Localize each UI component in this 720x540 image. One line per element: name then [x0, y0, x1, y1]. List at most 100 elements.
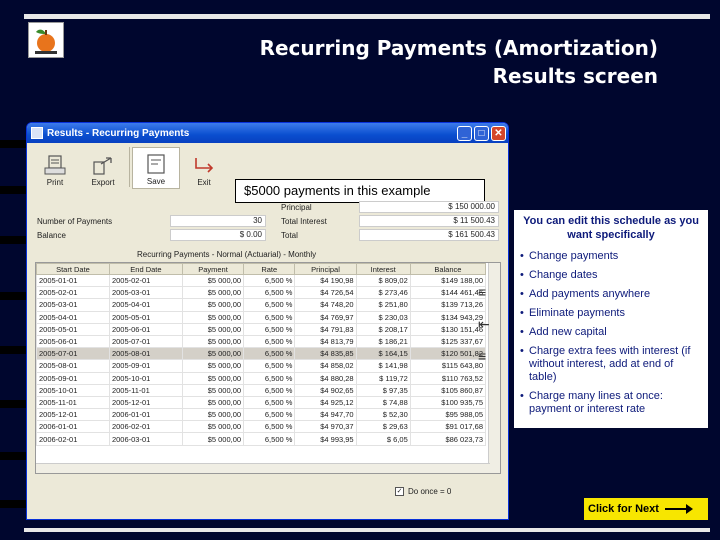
table-cell[interactable]: $ 809,02 — [355, 273, 411, 288]
column-header[interactable]: Balance — [409, 263, 487, 275]
table-cell[interactable]: $91 017,68 — [409, 420, 487, 434]
table-cell[interactable]: $5 000,00 — [181, 322, 245, 336]
table-cell[interactable]: 6,500 % — [243, 408, 296, 422]
table-cell[interactable]: $5 000,00 — [181, 310, 245, 324]
table-cell[interactable]: $4 190,98 — [294, 273, 357, 288]
table-row[interactable]: 2006-02-01 2006-03-01 $5 000,00 6,500 % $4 9… — [36, 432, 487, 446]
table-cell[interactable]: 6,500 % — [243, 371, 296, 385]
minimize-button[interactable]: _ — [457, 125, 472, 141]
table-cell[interactable]: 6,500 % — [243, 334, 296, 349]
table-row[interactable]: 2005-02-01 2005-03-01 $5 000,00 6,500 % $4 7… — [36, 286, 487, 300]
table-cell[interactable]: 6,500 % — [243, 359, 296, 373]
table-cell[interactable]: $144 461,46 — [409, 286, 487, 300]
table-cell[interactable]: 6,500 % — [243, 420, 296, 434]
table-cell[interactable]: $4 791,83 — [294, 322, 357, 336]
table-row[interactable]: 2005-08-01 2005-09-01 $5 000,00 6,500 % $4 8… — [36, 359, 487, 373]
table-cell[interactable]: 2006-02-01 — [108, 420, 183, 434]
table-cell[interactable]: $5 000,00 — [181, 371, 245, 385]
table-cell[interactable]: $ 164,15 — [355, 347, 411, 361]
table-cell[interactable]: $5 000,00 — [181, 395, 245, 410]
window-titlebar[interactable]: Results - Recurring Payments _ □ ✕ — [27, 123, 508, 143]
table-cell[interactable]: 2005-09-01 — [108, 359, 183, 373]
table-cell[interactable]: 2005-09-01 — [36, 371, 110, 385]
table-cell[interactable]: $5 000,00 — [181, 273, 245, 288]
table-cell[interactable]: $95 988,05 — [409, 408, 487, 422]
table-cell[interactable]: 6,500 % — [243, 383, 296, 397]
table-cell[interactable]: $5 000,00 — [181, 347, 245, 361]
table-cell[interactable]: $ 74,88 — [355, 395, 411, 410]
append-row-icon[interactable]: ≡ — [478, 348, 500, 370]
table-cell[interactable]: $4 880,28 — [294, 371, 357, 385]
table-cell[interactable]: $ 119,72 — [355, 371, 411, 385]
table-cell[interactable]: 6,500 % — [243, 432, 296, 446]
table-cell[interactable]: 2005-02-01 — [36, 286, 110, 300]
table-cell[interactable]: $5 000,00 — [181, 420, 245, 434]
table-cell[interactable]: $4 993,95 — [294, 432, 357, 446]
table-cell[interactable]: $ 208,17 — [355, 322, 411, 336]
table-cell[interactable]: $ 52,30 — [355, 408, 411, 422]
table-cell[interactable]: $4 835,85 — [294, 347, 357, 361]
table-cell[interactable]: 2005-12-01 — [108, 395, 183, 410]
total-value[interactable]: $ 161 500.43 — [359, 229, 499, 241]
table-cell[interactable]: 2005-03-01 — [36, 298, 110, 312]
table-cell[interactable]: $134 943,29 — [409, 310, 487, 324]
table-cell[interactable]: 2005-07-01 — [108, 334, 183, 349]
table-cell[interactable]: 2005-01-01 — [36, 273, 110, 288]
table-cell[interactable]: 2005-06-01 — [36, 334, 110, 349]
balance-value[interactable]: $ 0.00 — [170, 229, 266, 241]
table-cell[interactable]: 2005-10-01 — [36, 383, 110, 397]
table-cell[interactable]: $120 501,82 — [409, 347, 487, 361]
export-button[interactable]: Export — [79, 147, 127, 189]
delete-row-icon[interactable]: ⇤ — [478, 316, 500, 338]
table-cell[interactable]: $4 813,79 — [294, 334, 357, 349]
column-header[interactable]: Interest — [355, 263, 411, 275]
maximize-button[interactable]: □ — [474, 125, 489, 141]
table-cell[interactable]: $110 763,52 — [409, 371, 487, 385]
table-cell[interactable]: $5 000,00 — [181, 286, 245, 300]
table-cell[interactable]: $139 713,26 — [409, 298, 487, 312]
table-row[interactable]: 2006-01-01 2006-02-01 $5 000,00 6,500 % $4 9… — [36, 420, 487, 434]
table-cell[interactable]: 2005-05-01 — [36, 322, 110, 336]
table-cell[interactable]: $4 748,20 — [294, 298, 357, 312]
do-once-checkbox[interactable]: ✓ — [395, 487, 404, 496]
table-row[interactable]: 2005-05-01 2005-06-01 $5 000,00 6,500 % $4 7… — [36, 322, 487, 336]
table-cell[interactable]: 2005-08-01 — [36, 359, 110, 373]
table-cell[interactable]: 2005-12-01 — [36, 408, 110, 422]
number-of-payments-value[interactable]: 30 — [170, 215, 266, 227]
table-row[interactable]: 2005-11-01 2005-12-01 $5 000,00 6,500 % $4 9… — [36, 395, 487, 410]
table-cell[interactable]: 6,500 % — [243, 273, 296, 288]
table-row[interactable]: 2005-06-01 2005-07-01 $5 000,00 6,500 % $4 8… — [36, 334, 487, 349]
table-cell[interactable]: $ 141,98 — [355, 359, 411, 373]
table-cell[interactable]: 6,500 % — [243, 395, 296, 410]
table-cell[interactable]: 2005-06-01 — [108, 322, 183, 336]
table-cell[interactable]: $4 902,65 — [294, 383, 357, 397]
table-row[interactable]: 2005-01-01 2005-02-01 $5 000,00 6,500 % $4 1… — [36, 273, 487, 288]
table-cell[interactable]: $ 230,03 — [355, 310, 411, 324]
table-cell[interactable]: 2006-01-01 — [108, 408, 183, 422]
table-cell[interactable]: 2005-11-01 — [36, 395, 110, 410]
table-cell[interactable]: $86 023,73 — [409, 432, 487, 446]
table-row[interactable]: 2005-12-01 2006-01-01 $5 000,00 6,500 % $4 9… — [36, 408, 487, 422]
table-cell[interactable]: 6,500 % — [243, 298, 296, 312]
table-cell[interactable]: 2005-02-01 — [108, 273, 183, 288]
column-header[interactable]: Payment — [181, 263, 245, 275]
table-cell[interactable]: $5 000,00 — [181, 359, 245, 373]
principal-value[interactable]: $ 150 000.00 — [359, 201, 499, 213]
table-row[interactable]: 2005-09-01 2005-10-01 $5 000,00 6,500 % $4 8… — [36, 371, 487, 385]
table-cell[interactable]: $ 6,05 — [355, 432, 411, 446]
table-cell[interactable]: $149 188,00 — [409, 273, 487, 288]
table-cell[interactable]: $125 337,67 — [409, 334, 487, 349]
table-cell[interactable]: 6,500 % — [243, 310, 296, 324]
close-button[interactable]: ✕ — [491, 125, 506, 141]
table-cell[interactable]: 2006-02-01 — [36, 432, 110, 446]
exit-button[interactable]: Exit — [180, 147, 228, 189]
table-cell[interactable]: 2005-10-01 — [108, 371, 183, 385]
table-cell[interactable]: $4 769,97 — [294, 310, 357, 324]
insert-row-icon[interactable]: ≡ — [478, 284, 500, 306]
table-cell[interactable]: $5 000,00 — [181, 383, 245, 397]
table-cell[interactable]: $ 29,63 — [355, 420, 411, 434]
column-header[interactable]: Start Date — [36, 263, 110, 275]
table-cell[interactable]: 2005-04-01 — [108, 298, 183, 312]
table-cell[interactable]: 6,500 % — [243, 347, 296, 361]
table-cell[interactable]: $5 000,00 — [181, 334, 245, 349]
